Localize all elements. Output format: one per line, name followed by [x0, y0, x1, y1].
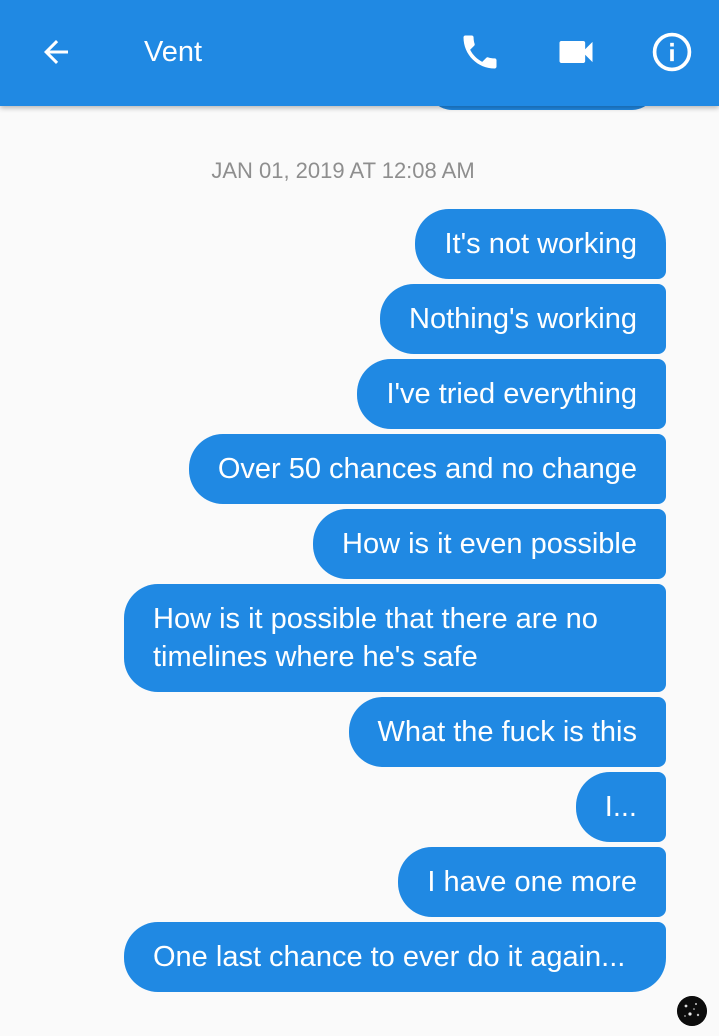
seen-avatar: [677, 996, 707, 1026]
message-bubble[interactable]: It's not working: [415, 209, 666, 279]
message-bubble[interactable]: Nothing's working: [380, 284, 666, 354]
message-bubble[interactable]: One last chance to ever do it again...: [124, 922, 666, 992]
message-timestamp: JAN 01, 2019 AT 12:08 AM: [211, 158, 475, 183]
avatar-image: [677, 996, 707, 1026]
video-call-button[interactable]: [548, 24, 604, 80]
phone-icon: [463, 35, 497, 69]
message-bubble[interactable]: What the fuck is this: [348, 697, 666, 767]
message-list[interactable]: JAN 01, 2019 AT 12:08 AM It's not workin…: [0, 76, 719, 1036]
message-bubble[interactable]: I've tried everything: [357, 359, 666, 429]
message-bubble[interactable]: How is it even possible: [313, 509, 666, 579]
message-bubble[interactable]: Over 50 chances and no change: [188, 434, 666, 504]
conversation-title: Vent: [144, 36, 203, 68]
call-button[interactable]: [452, 24, 508, 80]
message-bubble[interactable]: How is it possible that there are no tim…: [124, 584, 666, 692]
info-icon: [652, 32, 692, 72]
arrow-left-icon: [44, 40, 68, 64]
back-button[interactable]: [28, 26, 84, 78]
video-camera-icon: [559, 41, 593, 63]
message-bubble[interactable]: I have one more: [398, 847, 666, 917]
info-button[interactable]: [644, 24, 700, 80]
message-bubble[interactable]: I...: [575, 772, 666, 842]
app-bar: Vent: [0, 0, 719, 106]
